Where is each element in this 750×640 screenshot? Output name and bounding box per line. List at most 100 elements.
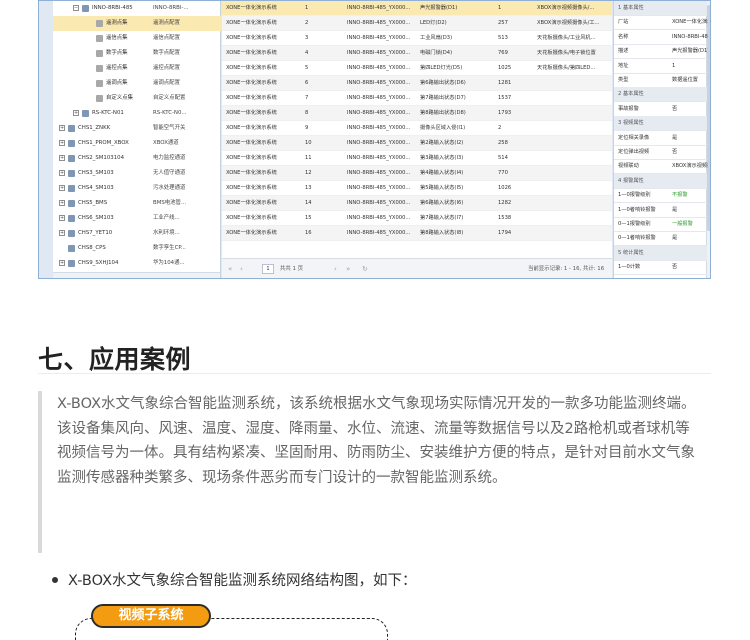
expand-icon[interactable]: + [59,140,65,146]
tree-node-label: 自定义点集 [106,95,133,101]
tree-node[interactable]: + CHS1_ZNKK 智能空气开关 [53,121,221,136]
tree-node[interactable]: + RS-KTC-N01 RS-KTC-N0... [53,106,221,121]
table-row[interactable]: XONE一体化演示系统 8 INNO-8RBI-485_YX000... 第8路输出状… [222,106,612,121]
tree-node[interactable]: 数字点集 数字点配置 [53,46,221,61]
tree-node[interactable]: + CHS3_SM103 无人值守通道 [53,166,221,181]
tree-node-description: 遥测点配置 [153,20,180,26]
tree-node-label: CHS5_BMS [78,200,108,206]
table-cell: 天花板摄像头/电子锁位置 [537,50,596,56]
table-cell: 770 [498,170,508,176]
table-row[interactable]: XONE一体化演示系统 15 INNO-8RBI-485_YX000... 第7路输入… [222,211,612,226]
table-cell: 1538 [498,215,512,221]
tree-node-label: 遥信点集 [106,35,128,41]
table-row[interactable]: XONE一体化演示系统 11 INNO-8RBI-485_YX000... 第3路输入… [222,151,612,166]
table-cell: INNO-8RBI-485_YX000... [347,215,411,221]
tree-node[interactable]: + CHS7_YET10 水利环境... [53,226,221,241]
tree-node-description: BMS电池管... [153,200,187,206]
property-value: INNO-8RBI-485_YX0... [672,33,708,40]
table-row[interactable]: XONE一体化演示系统 16 INNO-8RBI-485_YX000... 第8路输入… [222,226,612,241]
table-row[interactable]: XONE一体化演示系统 6 INNO-8RBI-485_YX000... 第6路输出状… [222,76,612,91]
device-tree[interactable]: − INNO-8RBI-485 INNO-8RBI-... 遥测点集 遥测点配置 遥信点集… [53,1,221,278]
expand-icon[interactable]: + [59,185,65,191]
expand-icon[interactable]: + [59,155,65,161]
tree-node[interactable]: + CHS6_SM103 工业产线... [53,211,221,226]
network-icon [68,200,75,207]
table-cell: XONE一体化演示系统 [226,35,277,41]
tree-node-description: 污水处理通道 [153,185,186,191]
property-group-header[interactable]: 3 视频属性 [614,116,707,132]
tree-node-description: 工业产线... [153,215,180,221]
table-cell: 第6路输出状态(D6) [420,80,466,86]
table-cell: XONE一体化演示系统 [226,5,277,11]
property-group-header[interactable]: 4 报警属性 [614,173,707,189]
property-value: XBOX演示视频摄像头/... [672,163,708,170]
table-row[interactable]: XONE一体化演示系统 2 INNO-8RBI-485_YX000... LED灯(D… [222,16,612,31]
tree-node[interactable]: 遥控点集 遥控点配置 [53,61,221,76]
expand-icon[interactable]: + [59,200,65,206]
network-icon [68,185,75,192]
table-cell: 1026 [498,185,512,191]
property-group-header[interactable]: 5 统计属性 [614,245,707,261]
table-row[interactable]: XONE一体化演示系统 3 INNO-8RBI-485_YX000... 工业风扇(D… [222,31,612,46]
property-key: 定位相关录像 [618,134,650,141]
expand-icon[interactable]: + [59,215,65,221]
table-row[interactable]: XONE一体化演示系统 7 INNO-8RBI-485_YX000... 第7路输出状… [222,91,612,106]
table-cell: INNO-8RBI-485_YX000... [347,50,411,56]
table-cell: INNO-8RBI-485_YX000... [347,155,411,161]
property-value: 否 [672,149,678,155]
tree-node-label: CHS1_PROM_XBOX [78,140,129,146]
table-row[interactable]: XONE一体化演示系统 10 INNO-8RBI-485_YX000... 第2路输入… [222,136,612,151]
table-cell: XONE一体化演示系统 [226,200,277,206]
property-value: 是 [672,206,678,213]
expand-icon[interactable]: + [59,170,65,176]
property-row: 视频联动 XBOX演示视频摄像头/... [614,159,708,175]
property-value: XONE一体化演示系统 [672,19,708,26]
table-row[interactable]: XONE一体化演示系统 12 INNO-8RBI-485_YX000... 第4路输入… [222,166,612,181]
property-value: 是 [672,134,678,141]
table-icon [96,80,103,87]
table-cell: XONE一体化演示系统 [226,80,277,86]
table-row[interactable]: XONE一体化演示系统 13 INNO-8RBI-485_YX000... 第5路输入… [222,181,612,196]
expand-icon[interactable]: + [59,260,65,266]
property-value: 一般报警 [672,221,693,227]
last-page-button[interactable]: » [346,259,350,278]
tree-node[interactable]: 遥调点集 遥调点配置 [53,76,221,91]
tree-node[interactable]: + CHS1_PROM_XBOX XBOX通道 [53,136,221,151]
refresh-icon[interactable]: ↻ [362,259,368,278]
property-group-header[interactable]: 1 基本属性 [614,1,707,16]
tree-node[interactable]: 遥测点集 遥测点配置 [53,16,221,31]
tree-node[interactable]: + CHS2_SM103104 电力监控通道 [53,151,221,166]
tree-node[interactable]: − INNO-8RBI-485 INNO-8RBI-... [53,1,221,16]
property-group-header[interactable]: 2 基本属性 [614,87,707,103]
next-page-button[interactable]: › [334,259,337,278]
collapse-icon[interactable]: − [73,5,79,11]
network-icon [68,215,75,222]
table-cell: 7 [305,95,309,101]
tree-node[interactable]: 遥信点集 遥信点配置 [53,31,221,46]
table-cell: 258 [498,140,508,146]
tree-node[interactable]: + CHS5_BMS BMS电池管... [53,196,221,211]
expand-icon[interactable]: + [73,110,79,116]
tree-node[interactable]: CHS8_CPS 数字孪生CP... [53,241,221,256]
table-row[interactable]: XONE一体化演示系统 5 INNO-8RBI-485_YX000... 第四LED灯… [222,61,612,76]
table-row[interactable]: XONE一体化演示系统 4 INNO-8RBI-485_YX000... 电磁门锁(D… [222,46,612,61]
expand-icon[interactable]: + [59,125,65,131]
tree-horizontal-scrollbar[interactable] [53,272,220,278]
page-number-input[interactable]: 1 [262,264,274,274]
network-icon [68,125,75,132]
tree-node[interactable]: + CHS9_SXHJ104 华为104通... [53,256,221,271]
tree-node[interactable]: 自定义点集 自定义点配置 [53,91,221,106]
prev-page-button[interactable]: ‹ [240,259,243,278]
property-value: 声光报警器(D1) [672,48,708,55]
table-row[interactable]: XONE一体化演示系统 14 INNO-8RBI-485_YX000... 第6路输入… [222,196,612,211]
tree-node-label: CHS8_CPS [78,245,106,251]
table-row[interactable]: XONE一体化演示系统 1 INNO-8RBI-485_YX000... 声光报警器(… [222,1,612,16]
property-value: 否 [672,264,678,271]
table-row[interactable]: XONE一体化演示系统 9 INNO-8RBI-485_YX000... 摄像头区域入… [222,121,612,136]
property-key: 5 统计属性 [618,249,644,256]
expand-icon[interactable]: + [59,230,65,236]
property-key: 名称 [618,33,629,40]
first-page-button[interactable]: « [228,259,232,278]
network-icon [68,260,75,267]
tree-node[interactable]: + CHS4_SM103 污水处理通道 [53,181,221,196]
